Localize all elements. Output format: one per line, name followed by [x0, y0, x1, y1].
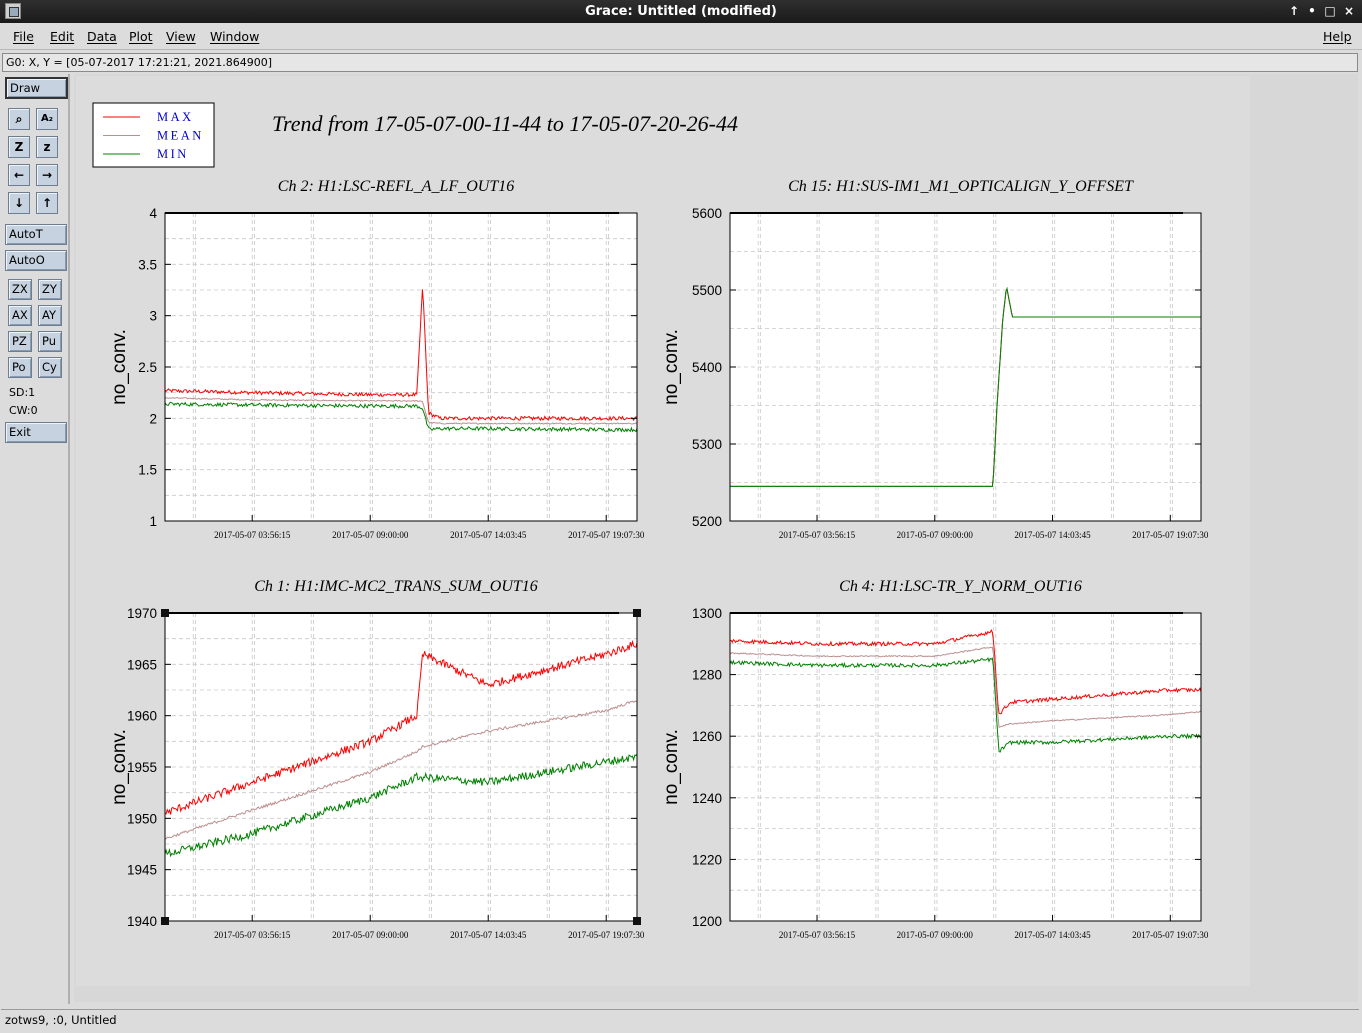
panel-title: Ch 15: H1:SUS-IM1_M1_OPTICALIGN_Y_OFFSET — [788, 178, 1134, 195]
legend-label-max: MAX — [157, 110, 194, 124]
legend-label-min: MIN — [157, 147, 189, 161]
y-tick-label: 4 — [149, 206, 157, 221]
x-tick-label: 2017-05-07 03:56:15 — [779, 930, 856, 940]
x-tick-label: 2017-05-07 09:00:00 — [897, 530, 974, 540]
y-tick-label: 1970 — [127, 606, 157, 621]
y-tick-label: 5500 — [692, 283, 722, 298]
y-tick-label: 3.5 — [138, 257, 157, 272]
y-tick-label: 1200 — [692, 914, 722, 929]
y-tick-label: 1965 — [127, 657, 157, 672]
chart-main-title: Trend from 17-05-07-00-11-44 to 17-05-07… — [272, 111, 738, 136]
y-tick-label: 1960 — [127, 709, 157, 724]
y-tick-label: 1955 — [127, 760, 157, 775]
status-bar: zotws9, :0, Untitled — [1, 1009, 1359, 1030]
selection-handle-4 — [633, 917, 641, 925]
y-tick-label: 5400 — [692, 360, 722, 375]
x-tick-label: 2017-05-07 09:00:00 — [332, 930, 409, 940]
y-tick-label: 5600 — [692, 206, 722, 221]
y-tick-label: 1940 — [127, 914, 157, 929]
y-axis-label: no_conv. — [109, 329, 130, 405]
legend-label-mean: MEAN — [157, 129, 204, 143]
y-tick-label: 1.5 — [138, 463, 157, 478]
selection-handle-3 — [161, 917, 169, 925]
x-tick-label: 2017-05-07 14:03:45 — [450, 930, 527, 940]
y-tick-label: 2.5 — [138, 360, 157, 375]
y-axis-label: no_conv. — [661, 329, 682, 405]
y-tick-label: 5200 — [692, 514, 722, 529]
y-tick-label: 3 — [149, 309, 157, 324]
y-tick-label: 1260 — [692, 729, 722, 744]
y-tick-label: 1300 — [692, 606, 722, 621]
selection-handle-2 — [633, 609, 641, 617]
y-tick-label: 1240 — [692, 791, 722, 806]
y-tick-label: 1945 — [127, 863, 157, 878]
chart-canvas: Trend from 17-05-07-00-11-44 to 17-05-07… — [92, 102, 1209, 940]
x-tick-label: 2017-05-07 09:00:00 — [897, 930, 974, 940]
selection-handle-1 — [161, 609, 169, 617]
y-axis-label: no_conv. — [661, 729, 682, 805]
x-tick-label: 2017-05-07 03:56:15 — [779, 530, 856, 540]
x-tick-label: 2017-05-07 19:07:30 — [568, 530, 645, 540]
x-tick-label: 2017-05-07 09:00:00 — [332, 530, 409, 540]
x-tick-label: 2017-05-07 03:56:15 — [214, 530, 291, 540]
y-tick-label: 1220 — [692, 852, 722, 867]
y-tick-label: 1950 — [127, 811, 157, 826]
x-tick-label: 2017-05-07 19:07:30 — [1132, 530, 1209, 540]
x-tick-label: 2017-05-07 14:03:45 — [1014, 930, 1091, 940]
plot-panel-1: 1 1.5 2 2.5 3 3.5 4 2017-05-07 03:56:15 2017-05-… — [109, 178, 645, 540]
panel-title: Ch 2: H1:LSC-REFL_A_LF_OUT16 — [278, 178, 514, 195]
y-tick-label: 1280 — [692, 668, 722, 683]
y-tick-label: 1 — [149, 514, 157, 529]
x-tick-label: 2017-05-07 14:03:45 — [450, 530, 527, 540]
legend: MAX MEAN MIN — [92, 102, 215, 168]
x-tick-label: 2017-05-07 19:07:30 — [1132, 930, 1209, 940]
panel-title: Ch 4: H1:LSC-TR_Y_NORM_OUT16 — [839, 578, 1082, 595]
y-tick-label: 2 — [149, 411, 157, 426]
x-tick-label: 2017-05-07 03:56:15 — [214, 930, 291, 940]
x-tick-label: 2017-05-07 19:07:30 — [568, 930, 645, 940]
plot-panel-3: 1940 1945 1950 1955 1960 1965 1970 2017-05-07 0… — [109, 578, 645, 940]
panel-title: Ch 1: H1:IMC-MC2_TRANS_SUM_OUT16 — [254, 578, 538, 595]
y-tick-label: 5300 — [692, 437, 722, 452]
plot-panel-4: 1200 1220 1240 1260 1280 1300 2017-05-07 03:56… — [661, 578, 1209, 940]
x-tick-label: 2017-05-07 14:03:45 — [1014, 530, 1091, 540]
plot-panel-2: 5200 5300 5400 5500 5600 2017-05-07 03:56:15 2… — [661, 178, 1209, 540]
y-axis-label: no_conv. — [109, 729, 130, 805]
